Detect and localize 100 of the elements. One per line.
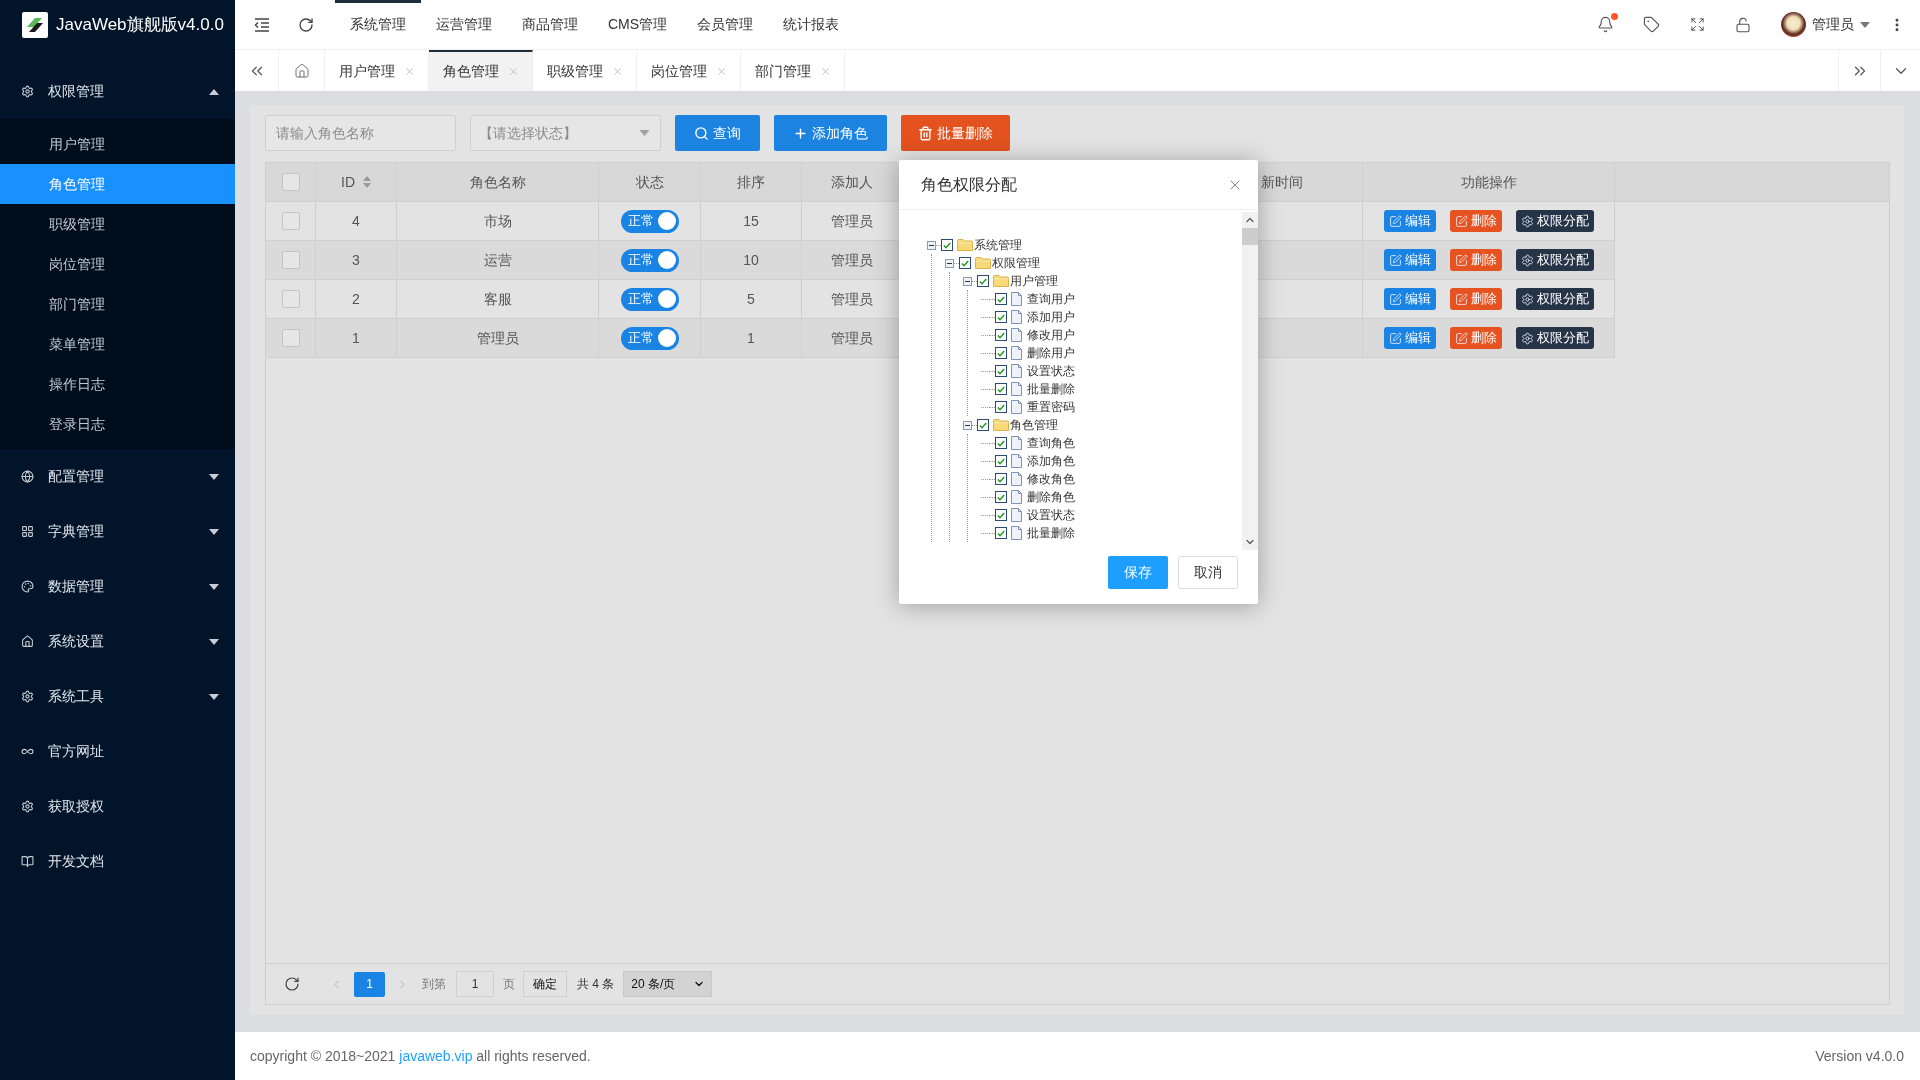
sidebar-item[interactable]: 配置管理: [0, 449, 235, 504]
cancel-button[interactable]: 取消: [1178, 556, 1238, 589]
sidebar-item[interactable]: 官方网址: [0, 724, 235, 779]
tree-node-label[interactable]: 添加用户: [1027, 310, 1075, 324]
tree-node-label[interactable]: 添加角色: [1027, 454, 1075, 468]
tree-checkbox[interactable]: [995, 509, 1007, 521]
tree-node-label[interactable]: 批量删除: [1027, 526, 1075, 540]
minus-box-icon[interactable]: [927, 240, 936, 250]
tree-node-label[interactable]: 设置状态: [1027, 364, 1075, 378]
nav-menu-item[interactable]: 运营管理: [421, 0, 507, 49]
tree-checkbox[interactable]: [995, 473, 1007, 485]
add-button[interactable]: 添加角色: [774, 115, 887, 151]
select-all-checkbox[interactable]: [281, 173, 300, 191]
status-switch[interactable]: 正常: [620, 209, 679, 233]
tree-checkbox[interactable]: [995, 401, 1007, 413]
sidebar-item[interactable]: 字典管理: [0, 504, 235, 559]
user-menu-button[interactable]: 管理员: [1773, 0, 1880, 49]
page-button[interactable]: 1: [354, 971, 385, 997]
sidebar-subitem[interactable]: 菜单管理: [0, 324, 235, 364]
permission-button[interactable]: 权限分配: [1515, 288, 1594, 310]
tree-node-label[interactable]: 删除角色: [1027, 490, 1075, 504]
status-switch[interactable]: 正常: [620, 287, 679, 311]
status-switch[interactable]: 正常: [620, 248, 679, 272]
delete-button[interactable]: 删除: [1449, 249, 1502, 271]
tree-checkbox[interactable]: [941, 239, 953, 251]
minus-box-icon[interactable]: [963, 276, 972, 286]
sidebar-item[interactable]: 开发文档: [0, 834, 235, 889]
tree-checkbox[interactable]: [995, 293, 1007, 305]
tree-node-label[interactable]: 权限管理: [992, 256, 1040, 270]
tree-checkbox[interactable]: [995, 455, 1007, 467]
tree-checkbox[interactable]: [977, 275, 989, 287]
permission-button[interactable]: 权限分配: [1515, 249, 1594, 271]
tree-node-label[interactable]: 查询角色: [1027, 436, 1075, 450]
sidebar-subitem[interactable]: 岗位管理: [0, 244, 235, 284]
scrollbar-thumb[interactable]: [1242, 228, 1258, 245]
tree-node-label[interactable]: 用户管理: [1010, 274, 1058, 288]
tree-checkbox[interactable]: [995, 437, 1007, 449]
permission-button[interactable]: 权限分配: [1515, 327, 1594, 349]
refresh-icon[interactable]: [284, 976, 300, 992]
row-checkbox[interactable]: [281, 329, 300, 347]
status-switch[interactable]: 正常: [620, 326, 679, 350]
tree-checkbox[interactable]: [995, 365, 1007, 377]
permission-button[interactable]: 权限分配: [1515, 210, 1594, 232]
tree-node-label[interactable]: 设置状态: [1027, 508, 1075, 522]
tree-node-label[interactable]: 角色管理: [1010, 418, 1058, 432]
tree-checkbox[interactable]: [959, 257, 971, 269]
batch-delete-button[interactable]: 批量删除: [901, 115, 1010, 151]
sidebar-item[interactable]: 数据管理: [0, 559, 235, 614]
outdent-icon[interactable]: [254, 17, 270, 32]
delete-button[interactable]: 删除: [1449, 210, 1502, 232]
page-input[interactable]: 1: [456, 971, 494, 997]
sidebar-subitem[interactable]: 用户管理: [0, 124, 235, 164]
tree-node-label[interactable]: 系统管理: [974, 238, 1022, 252]
sidebar-subitem[interactable]: 登录日志: [0, 404, 235, 444]
bell-icon[interactable]: [1596, 16, 1614, 33]
tree-node-label[interactable]: 修改角色: [1027, 472, 1075, 486]
edit-button[interactable]: 编辑: [1383, 288, 1436, 310]
delete-button[interactable]: 删除: [1449, 288, 1502, 310]
tag-icon[interactable]: [1642, 16, 1660, 33]
minus-box-icon[interactable]: [963, 420, 972, 430]
tree-node-label[interactable]: 删除用户: [1027, 346, 1075, 360]
edit-button[interactable]: 编辑: [1383, 249, 1436, 271]
tree-checkbox[interactable]: [995, 383, 1007, 395]
sidebar-item[interactable]: 系统工具: [0, 669, 235, 724]
expand-icon[interactable]: [1689, 17, 1705, 32]
home-icon[interactable]: [293, 62, 310, 79]
tab[interactable]: 角色管理: [429, 50, 533, 91]
delete-button[interactable]: 删除: [1449, 327, 1502, 349]
unlock-icon[interactable]: [1735, 16, 1751, 33]
edit-button[interactable]: 编辑: [1383, 327, 1436, 349]
tree-checkbox[interactable]: [977, 419, 989, 431]
tree-checkbox[interactable]: [995, 311, 1007, 323]
tree-checkbox[interactable]: [995, 491, 1007, 503]
page-size-select[interactable]: 20 条/页: [623, 971, 713, 997]
nav-menu-item[interactable]: 统计报表: [768, 0, 855, 49]
tree-checkbox[interactable]: [995, 347, 1007, 359]
nav-menu-item[interactable]: CMS管理: [593, 0, 683, 49]
column-header[interactable]: ID: [341, 171, 371, 193]
nav-menu-item[interactable]: 会员管理: [682, 0, 769, 49]
sidebar-item[interactable]: 获取授权: [0, 779, 235, 834]
sidebar-item[interactable]: 系统设置: [0, 614, 235, 669]
row-checkbox[interactable]: [281, 290, 300, 308]
sidebar-item[interactable]: 权限管理: [0, 64, 235, 119]
tree-node-label[interactable]: 修改用户: [1027, 328, 1075, 342]
edit-button[interactable]: 编辑: [1383, 210, 1436, 232]
row-checkbox[interactable]: [281, 212, 300, 230]
tree-checkbox[interactable]: [995, 527, 1007, 539]
search-field[interactable]: 请输入角色名称: [265, 115, 456, 151]
search-button[interactable]: 查询: [675, 115, 760, 151]
sidebar-subitem[interactable]: 职级管理: [0, 204, 235, 244]
tree-node-label[interactable]: 批量删除: [1027, 382, 1075, 396]
minus-box-icon[interactable]: [945, 258, 954, 268]
tree-node-label[interactable]: 查询用户: [1027, 292, 1075, 306]
sidebar-subitem[interactable]: 部门管理: [0, 284, 235, 324]
refresh-icon[interactable]: [298, 16, 314, 33]
nav-menu-item[interactable]: 商品管理: [507, 0, 593, 49]
confirm-button[interactable]: 确定: [523, 971, 567, 997]
row-checkbox[interactable]: [281, 251, 300, 269]
scrollbar[interactable]: [1242, 212, 1258, 550]
sidebar-subitem[interactable]: 操作日志: [0, 364, 235, 404]
